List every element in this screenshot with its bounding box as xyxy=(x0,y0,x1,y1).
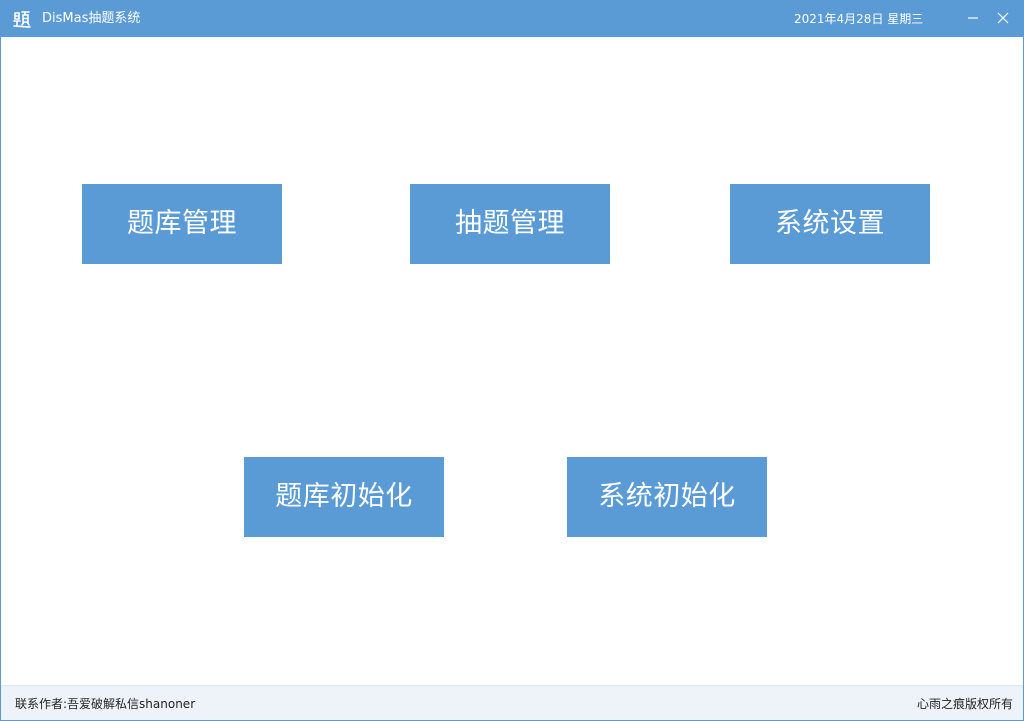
contact-author-text: 联系作者:吾爱破解私信shanoner xyxy=(15,697,196,711)
close-icon xyxy=(997,12,1009,24)
question-draw-management-button[interactable]: 抽题管理 xyxy=(410,184,610,264)
copyright-text: 心雨之痕版权所有 xyxy=(916,697,1013,711)
title-bar[interactable]: DisMas抽题系统 2021年4月28日 星期三 xyxy=(1,1,1023,37)
app-window: DisMas抽题系统 2021年4月28日 星期三 题库管理 抽题管理 系统设置… xyxy=(0,0,1024,721)
question-bank-management-button[interactable]: 题库管理 xyxy=(82,184,282,264)
minimize-icon xyxy=(968,17,978,19)
question-bank-init-button[interactable]: 题库初始化 xyxy=(244,457,444,537)
window-title: DisMas抽题系统 xyxy=(42,11,141,26)
system-settings-button[interactable]: 系统设置 xyxy=(730,184,930,264)
date-time-display: 2021年4月28日 星期三 xyxy=(794,12,924,26)
question-character-icon xyxy=(12,9,32,29)
minimize-button[interactable] xyxy=(959,5,987,31)
status-bar: 联系作者:吾爱破解私信shanoner 心雨之痕版权所有 xyxy=(1,685,1023,720)
close-button[interactable] xyxy=(989,5,1017,31)
main-panel: 题库管理 抽题管理 系统设置 题库初始化 系统初始化 xyxy=(1,37,1023,685)
system-init-button[interactable]: 系统初始化 xyxy=(567,457,767,537)
